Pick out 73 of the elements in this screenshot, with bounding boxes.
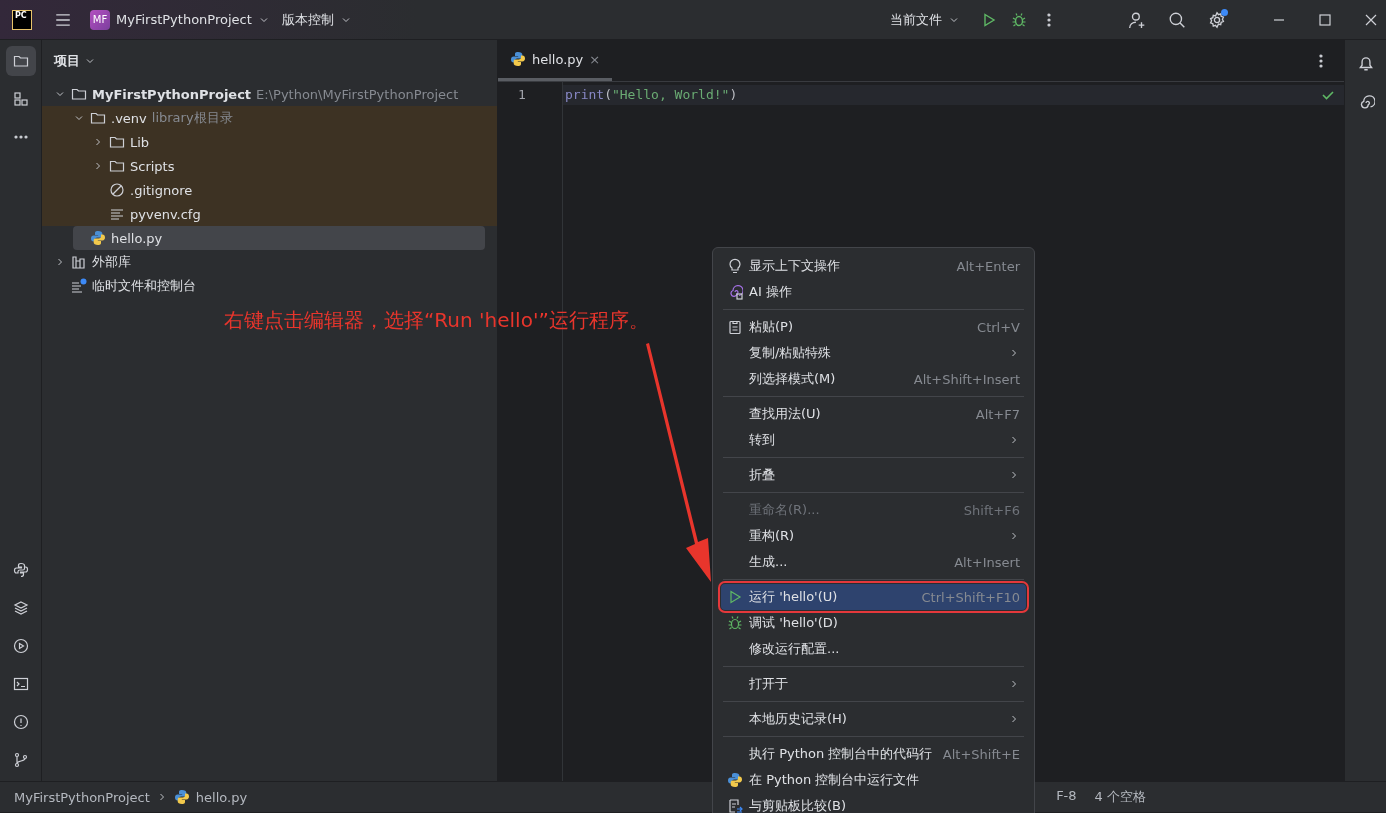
run-icon [727,589,743,605]
tree-item[interactable]: 临时文件和控制台 [54,274,485,298]
code-line: print("Hello, World!") [565,86,738,104]
warning-circle-icon [12,714,29,730]
menu-item[interactable]: 执行 Python 控制台中的代码行 Alt+Shift+E [721,741,1026,767]
menu-item[interactable]: 运行 'hello'(U) Ctrl+Shift+F10 [721,584,1026,610]
ai-spiral-icon [727,284,743,300]
menu-item[interactable]: 转到 [721,427,1026,453]
tree-item[interactable]: MyFirstPythonProject E:\Python\MyFirstPythonProject [54,82,485,106]
branch-icon [12,752,29,768]
run-circle-icon [12,638,29,654]
tree-item[interactable]: Scripts [92,154,485,178]
structure-icon [12,91,29,107]
app-logo[interactable]: PC [12,9,32,30]
tree-item[interactable]: Lib [92,130,485,154]
folder-icon [109,134,125,150]
compare-clipboard-icon [727,798,743,813]
scratch-console-icon [71,278,87,294]
python-icon [510,51,526,67]
menu-item[interactable]: 重构(R) [721,523,1026,549]
bug-icon [1011,11,1027,28]
tree-item[interactable]: hello.py [73,226,485,250]
run-icon [981,11,997,28]
path-hint: E:\Python\MyFirstPythonProject [256,86,459,102]
menu-item[interactable]: 显示上下文操作 Alt+Enter [721,253,1026,279]
path-hint: library根目录 [151,109,233,127]
menu-item[interactable]: 调试 'hello'(D) [721,610,1026,636]
python-icon [727,772,743,788]
breadcrumb[interactable]: hello.py [195,789,248,805]
maximize-icon [1317,11,1333,28]
project-tool-button[interactable] [5,46,36,76]
tree-item[interactable]: pyvenv.cfg [92,202,485,226]
menu-item[interactable]: 复制/粘贴特殊 [721,340,1026,366]
folder-icon [71,86,87,102]
tree-item[interactable]: .gitignore [92,178,485,202]
python-icon [90,230,106,246]
folder-icon [12,53,29,69]
line-number: 1 [517,86,527,104]
layers-icon [12,600,29,616]
text-file-icon [109,206,125,222]
clipboard-icon [727,319,743,335]
menu-item[interactable]: 本地历史记录(H) [721,706,1026,732]
menu-item[interactable]: 查找用法(U) Alt+F7 [721,401,1026,427]
breadcrumb[interactable]: MyFirstPythonProject [14,789,150,805]
vcs-menu[interactable]: 版本控制 [275,6,358,33]
menu-item[interactable]: 与剪贴板比较(B) [721,793,1026,813]
library-icon [71,254,87,270]
status-item[interactable]: F-8 [1056,788,1077,806]
run-config-selector[interactable]: 当前文件 [884,6,966,33]
project-selector[interactable]: MF MyFirstPythonProject [84,5,276,34]
menu-item[interactable]: AI 操作 [721,279,1026,305]
lightbulb-icon [727,258,743,274]
menu-item[interactable]: 生成... Alt+Insert [721,549,1026,575]
python-icon [173,789,190,805]
folder-icon [109,158,125,174]
tree-item[interactable]: 外部库 [54,250,485,274]
menu-item[interactable]: 修改运行配置... [721,636,1026,662]
editor-tab[interactable]: hello.py × [498,40,613,81]
bug-icon [727,615,743,631]
annotation-text: 右键点击编辑器，选择“Run 'hello'”运行程序。 [224,307,649,334]
tree-item[interactable]: .venv library根目录 [73,106,485,130]
minimize-icon [1273,18,1285,21]
menu-item[interactable]: 在 Python 控制台中运行文件 [721,767,1026,793]
menu-item[interactable]: 粘贴(P) Ctrl+V [721,314,1026,340]
panel-title[interactable]: 项目 [54,52,80,70]
menu-item[interactable]: 折叠 [721,462,1026,488]
status-item[interactable]: 4 个空格 [1094,788,1146,806]
terminal-icon [12,676,29,692]
menu-item[interactable]: 列选择模式(M) Alt+Shift+Insert [721,366,1026,392]
folder-icon [90,110,106,126]
python-outline-icon [12,562,29,578]
ignored-file-icon [109,182,125,198]
menu-item[interactable]: 打开于 [721,671,1026,697]
